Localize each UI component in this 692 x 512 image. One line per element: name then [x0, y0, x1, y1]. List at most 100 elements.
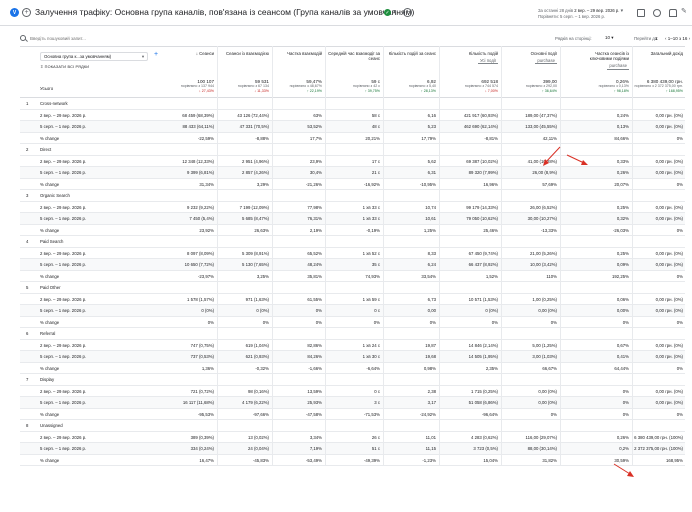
column-header-4[interactable]: Середній час взаємодії за сеанс [328, 51, 380, 61]
goto-page-input[interactable]: 1 [655, 36, 658, 41]
compare-icon[interactable] [637, 9, 645, 17]
group-row[interactable]: 5 Paid Other [20, 282, 685, 294]
table-cell: 8,33 [427, 250, 436, 256]
dimension-select[interactable]: Основна група к...за умовчанням) [40, 52, 148, 61]
row-label: 2 вер. – 29 вер. 2026 р. [40, 112, 87, 118]
table-cell: 66,67% [542, 365, 557, 371]
channel-name[interactable]: Display [40, 377, 54, 382]
row-label: 2 вер. – 29 вер. 2026 р. [40, 250, 87, 256]
date-range-selector[interactable]: За останні 28 днів 2 вер. – 29 вер. 2026… [538, 8, 623, 20]
period-row: 5 серп. – 1 вер. 2026 р. 0 (0%) 0 (0%) 0% 0 … [20, 305, 685, 317]
table-cell: 0,00 грн. (0%) [655, 158, 683, 164]
add-report-icon[interactable]: + [403, 8, 412, 17]
row-label: 5 серп. – 1 вер. 2026 р. [40, 308, 87, 313]
group-row[interactable]: 3 Organic Search [20, 190, 685, 202]
column-header-8[interactable]: Частка сеансів із ключовими подіями purch… [577, 51, 629, 70]
channel-name[interactable]: Paid Other [40, 285, 61, 290]
column-event-select[interactable]: purchase [535, 58, 557, 65]
column-header-5[interactable]: Кількість подій за сеанс [384, 51, 436, 56]
table-cell: 26,00 (6,52%) [530, 204, 557, 210]
add-dimension-icon[interactable]: + [154, 51, 158, 58]
group-row[interactable]: 7 Display [20, 374, 685, 386]
search-input[interactable] [30, 35, 230, 41]
column-header-1[interactable]: ↓ Сеанси [162, 51, 214, 56]
channel-name[interactable]: Direct [40, 147, 51, 152]
column-event-select[interactable]: purchase [607, 63, 629, 70]
table-cell: 0% [676, 319, 683, 325]
column-header-label: Кількість подій за сеанс [388, 51, 436, 56]
column-header-2[interactable]: Сеанси із взаємодією [217, 51, 269, 56]
table-cell: 19,68 [425, 354, 436, 359]
rows-per-page-select[interactable]: 10 ▾ [605, 35, 614, 41]
period-row: 5 серп. – 1 вер. 2026 р. 9 399 (6,81%) 2 8… [20, 167, 685, 179]
title-dropdown-icon[interactable]: ▾ [393, 8, 396, 15]
column-divider [560, 46, 561, 466]
table-cell: 0,00 (0%) [538, 388, 557, 394]
period-row: 5 серп. – 1 вер. 2026 р. 737 (0,53%) 621 (… [20, 351, 685, 363]
channel-name[interactable]: Organic Search [40, 193, 70, 198]
date-compare: Порівняти: 5 серп. – 1 вер. 2026 р. [538, 14, 605, 19]
table-cell: 30,00 (10,27%) [527, 216, 557, 221]
table-cell: 42,11% [542, 135, 557, 141]
table-cell: 0% [676, 135, 683, 141]
column-header-9[interactable]: Загальний дохід [631, 51, 683, 56]
channel-name[interactable]: Paid Search [40, 239, 63, 244]
column-header-label: Сеанси із взаємодією [225, 51, 269, 56]
column-divider [632, 46, 633, 466]
group-row[interactable]: 2 Direct [20, 144, 685, 156]
insights-icon[interactable] [669, 9, 677, 17]
next-page-icon[interactable]: › [689, 36, 691, 41]
row-label: % change [40, 273, 60, 279]
channel-name[interactable]: Cross-network [40, 101, 68, 106]
table-cell: 6,24 [427, 262, 436, 267]
table-cell: 33,54% [421, 273, 436, 279]
table-cell: 168,95% [666, 457, 683, 463]
row-label: % change [40, 227, 60, 233]
table-cell: 10,61 [425, 216, 436, 221]
change-row: % change 0% 0% 0% 0% 0% 0% 0% 0% 0% [20, 317, 685, 328]
date-dropdown-icon: ▾ [620, 8, 624, 14]
row-label: 2 вер. – 29 вер. 2026 р. [40, 434, 87, 440]
period-row: 2 вер. – 29 вер. 2026 р. 721 (0,72%) 98 (0… [20, 386, 685, 397]
rows-per-page-value: 10 [605, 35, 611, 40]
column-header-3[interactable]: Частка взаємодій [270, 51, 322, 56]
group-row[interactable]: 8 Unassigned [20, 420, 685, 432]
row-label: 5 серп. – 1 вер. 2026 р. [40, 170, 87, 175]
table-cell: 11,15 [425, 446, 436, 451]
channel-name[interactable]: Unassigned [40, 423, 63, 428]
property-avatar[interactable]: V [10, 8, 19, 17]
row-label: 2 вер. – 29 вер. 2026 р. [40, 296, 87, 302]
table-cell: 19,87 [425, 342, 436, 348]
add-comparison-icon[interactable]: + [22, 8, 31, 17]
row-label: % change [40, 365, 60, 371]
table-cell: 0% [676, 273, 683, 279]
share-icon[interactable] [653, 9, 661, 17]
report-table: Основна група к...за умовчанням) + ⇳ ПОК… [20, 46, 685, 466]
group-row[interactable]: 4 Paid Search [20, 236, 685, 248]
period-row: 5 серп. – 1 вер. 2026 р. 16 117 (11,68%) 4… [20, 397, 685, 409]
period-row: 2 вер. – 29 вер. 2026 р. 1 578 (1,57%) 971… [20, 294, 685, 305]
column-event-select[interactable]: Усі події [477, 58, 498, 65]
row-index: 3 [26, 193, 29, 198]
column-header-6[interactable]: Кількість подій Усі події [446, 51, 498, 65]
group-row[interactable]: 6 Referral [20, 328, 685, 340]
table-cell: 0,00 грн. (0%) [655, 112, 683, 118]
show-all-rows-label: ПОКАЗАТИ ВСІ РЯДКИ [44, 65, 90, 69]
table-cell: 0,00 грн. (0%) [655, 124, 683, 129]
table-cell: 116,00 (29,07%) [525, 434, 557, 440]
table-cell: 1,00 (0,25%) [532, 296, 557, 302]
table-cell: 0,00 грн. (0%) [655, 204, 683, 210]
group-row[interactable]: 1 Cross-network [20, 98, 685, 110]
table-cell: 0% [429, 319, 436, 325]
column-header-7[interactable]: Основні події purchase [505, 51, 557, 65]
change-row: % change -23,97% 3,25% 35,81% 74,93% 33,54% 1,… [20, 271, 685, 282]
table-header: Основна група к...за умовчанням) + ⇳ ПОК… [20, 46, 685, 98]
channel-name[interactable]: Referral [40, 331, 55, 336]
show-all-rows-toggle[interactable]: ⇳ ПОКАЗАТИ ВСІ РЯДКИ [40, 64, 89, 69]
table-cell: 3,00 (1,03%) [532, 354, 557, 359]
prev-page-icon[interactable]: ‹ [665, 36, 667, 41]
edit-pencil-icon[interactable]: ✎ [681, 7, 687, 15]
table-toolbar: Рядків на сторінці: 10 ▾ Перейти до: 1 ‹… [20, 33, 692, 43]
table-cell: 2 372 375,00 грн. (100%) [634, 446, 683, 451]
row-label: 2 вер. – 29 вер. 2026 р. [40, 158, 87, 164]
